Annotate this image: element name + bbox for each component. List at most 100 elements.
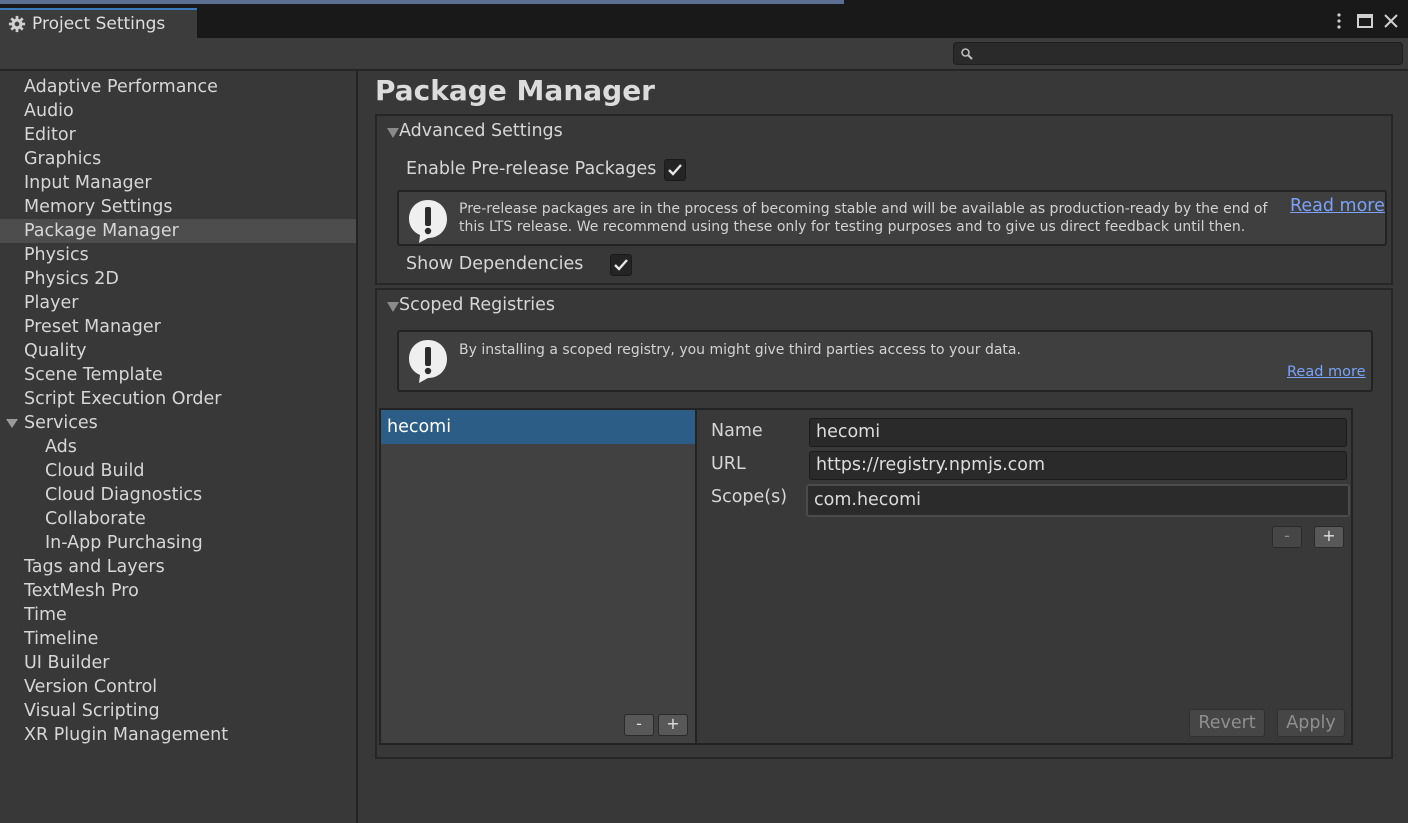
tab-project-settings[interactable]: Project Settings	[0, 8, 197, 38]
sidebar-item-label: Services	[24, 413, 98, 433]
scoped-help-text: By installing a scoped registry, you mig…	[459, 342, 1021, 358]
sidebar-item-version-control[interactable]: Version Control	[0, 675, 356, 699]
advanced-settings-header: Advanced Settings	[399, 121, 563, 141]
checkmark-icon	[614, 259, 628, 271]
main-panel: Package Manager Advanced Settings Enable…	[358, 71, 1408, 823]
sidebar-item-player[interactable]: Player	[0, 291, 356, 315]
sidebar-item-physics-2d[interactable]: Physics 2D	[0, 267, 356, 291]
sidebar-item-cloud-build[interactable]: Cloud Build	[0, 459, 356, 483]
maximize-icon[interactable]	[1354, 9, 1376, 33]
top-accent-bar	[0, 0, 844, 4]
sidebar-item-timeline[interactable]: Timeline	[0, 627, 356, 651]
prerelease-help-box: Pre-release packages are in the process …	[397, 190, 1387, 246]
sidebar-item-tags-and-layers[interactable]: Tags and Layers	[0, 555, 356, 579]
scoped-help-box: By installing a scoped registry, you mig…	[397, 330, 1373, 392]
sidebar-item-label: Cloud Build	[45, 461, 145, 481]
sidebar-item-label: Physics 2D	[24, 269, 119, 289]
revert-button[interactable]: Revert	[1189, 709, 1265, 737]
sidebar-item-label: In-App Purchasing	[45, 533, 203, 553]
sidebar-item-collaborate[interactable]: Collaborate	[0, 507, 356, 531]
sidebar-item-label: Script Execution Order	[24, 389, 222, 409]
sidebar-item-services[interactable]: Services	[0, 411, 356, 435]
sidebar-item-memory-settings[interactable]: Memory Settings	[0, 195, 356, 219]
sidebar-item-cloud-diagnostics[interactable]: Cloud Diagnostics	[0, 483, 356, 507]
sidebar-item-input-manager[interactable]: Input Manager	[0, 171, 356, 195]
prerelease-checkbox[interactable]	[664, 159, 686, 181]
search-field[interactable]	[953, 42, 1403, 65]
sidebar-item-label: Version Control	[24, 677, 158, 697]
sidebar-item-label: XR Plugin Management	[24, 725, 229, 745]
sidebar-item-label: Physics	[24, 245, 89, 265]
sidebar-item-package-manager[interactable]: Package Manager	[0, 219, 356, 243]
scopes-label: Scope(s)	[711, 487, 788, 507]
prerelease-read-more-link[interactable]: Read more	[1290, 196, 1385, 216]
sidebar-item-label: Time	[24, 605, 67, 625]
advanced-settings-section: Advanced Settings Enable Pre-release Pac…	[375, 114, 1393, 285]
kebab-menu-icon[interactable]	[1328, 9, 1350, 33]
show-dependencies-checkbox[interactable]	[610, 254, 632, 276]
scoped-read-more-link[interactable]: Read more	[1287, 364, 1366, 380]
registry-list: hecomi - +	[379, 408, 695, 745]
sidebar-item-label: Quality	[24, 341, 87, 361]
url-label: URL	[711, 454, 746, 474]
name-label: Name	[711, 421, 763, 441]
sidebar-item-visual-scripting[interactable]: Visual Scripting	[0, 699, 356, 723]
sidebar-item-physics[interactable]: Physics	[0, 243, 356, 267]
checkmark-icon	[668, 164, 682, 176]
sidebar-item-ads[interactable]: Ads	[0, 435, 356, 459]
sidebar-item-label: Editor	[24, 125, 76, 145]
apply-button[interactable]: Apply	[1277, 709, 1345, 737]
sidebar-item-adaptive-performance[interactable]: Adaptive Performance	[0, 75, 356, 99]
expand-caret-icon[interactable]	[6, 419, 18, 428]
sidebar-item-label: Scene Template	[24, 365, 163, 385]
sidebar-item-label: Audio	[24, 101, 74, 121]
add-registry-button[interactable]: +	[658, 714, 688, 736]
sidebar-item-label: Collaborate	[45, 509, 146, 529]
prerelease-help-text: Pre-release packages are in the process …	[459, 201, 1268, 235]
scope-field[interactable]: com.hecomi	[806, 484, 1350, 517]
warning-bubble-icon	[409, 200, 447, 243]
warning-bubble-icon	[409, 340, 447, 383]
sidebar-item-label: Graphics	[24, 149, 102, 169]
sidebar-item-label: Ads	[45, 437, 77, 457]
name-field[interactable]: hecomi	[809, 418, 1347, 447]
close-icon[interactable]	[1380, 9, 1402, 33]
registry-list-item[interactable]: hecomi	[381, 410, 695, 444]
add-scope-button[interactable]: +	[1314, 526, 1344, 548]
search-input[interactable]	[978, 44, 1398, 63]
sidebar-item-label: Timeline	[24, 629, 99, 649]
sidebar-item-time[interactable]: Time	[0, 603, 356, 627]
sidebar-item-xr-plugin-management[interactable]: XR Plugin Management	[0, 723, 356, 747]
url-field[interactable]: https://registry.npmjs.com	[809, 451, 1347, 480]
search-icon	[961, 48, 973, 60]
sidebar-item-label: Tags and Layers	[24, 557, 165, 577]
sidebar-item-scene-template[interactable]: Scene Template	[0, 363, 356, 387]
scoped-registries-foldout[interactable]: Scoped Registries	[387, 295, 555, 315]
sidebar-item-audio[interactable]: Audio	[0, 99, 356, 123]
sidebar-item-in-app-purchasing[interactable]: In-App Purchasing	[0, 531, 356, 555]
settings-sidebar: Adaptive Performance Audio Editor Graphics I…	[0, 71, 356, 823]
foldout-arrow-icon	[387, 302, 399, 312]
sidebar-item-label: Cloud Diagnostics	[45, 485, 203, 505]
tab-title: Project Settings	[32, 14, 166, 34]
registry-details: Name hecomi URL https://registry.npmjs.c…	[695, 408, 1353, 745]
sidebar-item-preset-manager[interactable]: Preset Manager	[0, 315, 356, 339]
window-titlebar: Project Settings	[0, 6, 1408, 38]
remove-scope-button[interactable]: -	[1272, 526, 1302, 548]
sidebar-item-quality[interactable]: Quality	[0, 339, 356, 363]
sidebar-item-editor[interactable]: Editor	[0, 123, 356, 147]
prerelease-label: Enable Pre-release Packages	[406, 159, 657, 179]
scoped-registries-header: Scoped Registries	[399, 295, 556, 315]
remove-registry-button[interactable]: -	[624, 714, 654, 736]
sidebar-item-textmesh-pro[interactable]: TextMesh Pro	[0, 579, 356, 603]
sidebar-item-graphics[interactable]: Graphics	[0, 147, 356, 171]
page-title: Package Manager	[375, 74, 655, 107]
sidebar-item-label: Package Manager	[24, 221, 179, 241]
sidebar-item-script-execution-order[interactable]: Script Execution Order	[0, 387, 356, 411]
sidebar-item-label: Input Manager	[24, 173, 152, 193]
sidebar-item-ui-builder[interactable]: UI Builder	[0, 651, 356, 675]
sidebar-item-label: Preset Manager	[24, 317, 161, 337]
gear-icon	[8, 15, 26, 33]
advanced-settings-foldout[interactable]: Advanced Settings	[387, 121, 563, 141]
sidebar-item-label: Visual Scripting	[24, 701, 160, 721]
